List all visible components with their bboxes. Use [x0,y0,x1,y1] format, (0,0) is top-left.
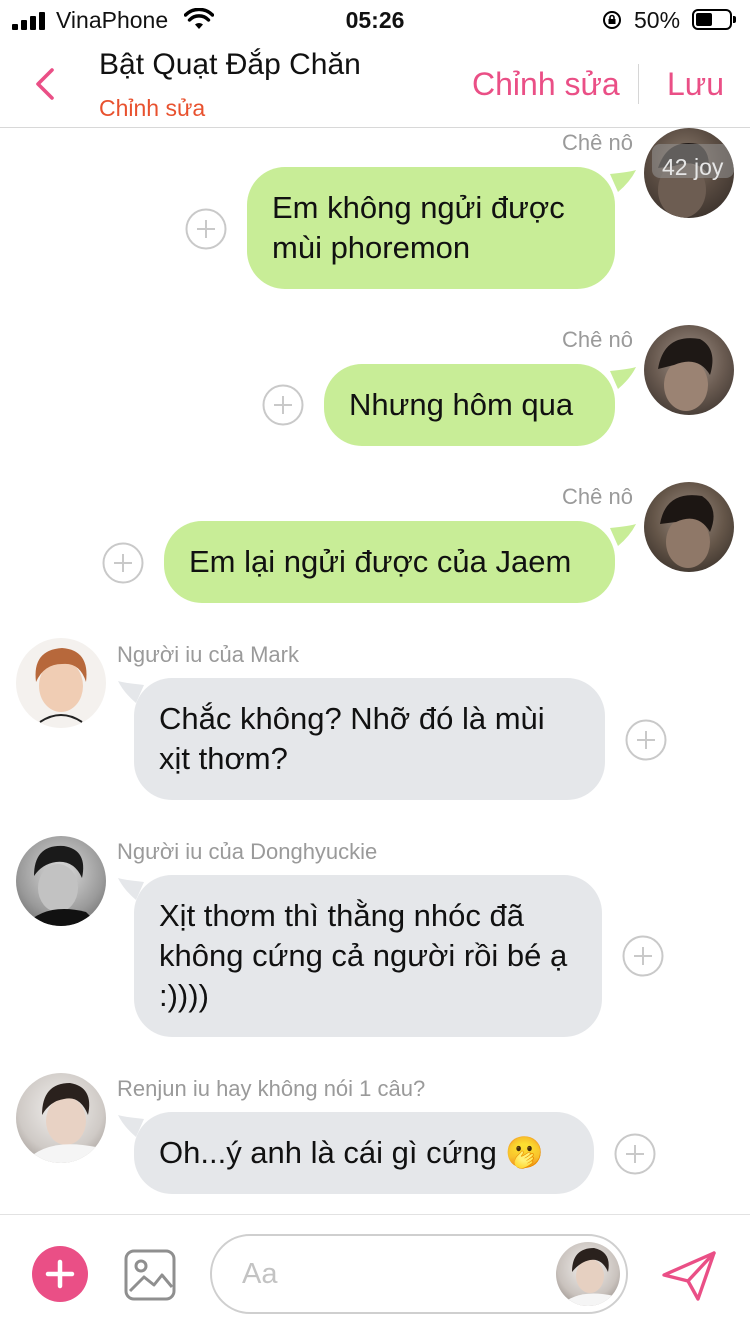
avatar[interactable] [644,482,734,572]
status-bar: VinaPhone 05:26 50% [0,0,750,40]
avatar-portrait [35,648,87,723]
avatar-overlay-text: 42 joy [662,154,724,180]
back-chevron-icon[interactable] [30,64,60,104]
message-bubble[interactable]: Chắc không? Nhỡ đó là mùi xịt thơm? [134,678,605,800]
edit-button[interactable]: Chỉnh sửa [472,66,620,103]
avatar[interactable] [644,325,734,415]
avatar-portrait [560,1248,618,1306]
chat-subtitle: Chỉnh sửa [99,95,206,121]
message-bubble[interactable]: Em lại ngửi được của Jaem [164,521,615,603]
orientation-lock-icon [603,11,621,29]
chat-title: Bật Quạt Đắp Chăn [99,48,361,81]
composer-bar: Aa [0,1214,750,1334]
sender-name: Chê nô [562,327,633,352]
bubble-tail [610,170,636,192]
image-gallery-icon[interactable] [124,1249,176,1301]
save-button[interactable]: Lưu [667,66,724,103]
battery-icon [692,9,736,30]
message-bubble[interactable]: Oh...ý anh là cái gì cứng 🫢 [134,1112,594,1194]
add-reaction-icon[interactable] [614,1133,656,1175]
battery-percent: 50% [634,7,681,33]
avatar-portrait [24,845,100,926]
message-bubble[interactable]: Nhưng hôm qua [324,364,615,446]
sender-name: Renjun iu hay không nói 1 câu? [117,1076,426,1101]
input-placeholder: Aa [242,1258,278,1290]
avatar[interactable] [16,836,106,926]
add-reaction-icon[interactable] [622,935,664,977]
avatar-portrait [658,338,713,411]
avatar[interactable] [16,1073,106,1163]
message-bubble[interactable]: Xịt thơm thì thằng nhóc đã không cứng cả… [134,875,602,1037]
sender-name: Chê nô [562,484,633,509]
add-button[interactable] [32,1246,88,1302]
bubble-tail [610,524,636,546]
add-reaction-icon[interactable] [262,384,304,426]
plus-icon [45,1259,75,1289]
avatar[interactable]: 42 joy [644,128,734,218]
bubble-tail [610,367,636,389]
avatar[interactable] [16,638,106,728]
identity-avatar[interactable] [556,1242,620,1306]
avatar-portrait [660,495,714,568]
sender-name: Người iu của Mark [117,642,299,667]
add-reaction-icon[interactable] [102,542,144,584]
chat-header: Bật Quạt Đắp Chăn Chỉnh sửa Chỉnh sửa Lư… [0,40,750,128]
sender-name: Người iu của Donghyuckie [117,839,378,864]
add-reaction-icon[interactable] [625,719,667,761]
message-bubble[interactable]: Em không ngửi được mùi phoremon [247,167,615,289]
header-divider [638,64,639,104]
message-input[interactable]: Aa [210,1234,628,1314]
send-icon[interactable] [660,1249,718,1303]
sender-name: Chê nô [562,130,633,155]
add-reaction-icon[interactable] [185,208,227,250]
avatar-portrait [24,1083,102,1163]
